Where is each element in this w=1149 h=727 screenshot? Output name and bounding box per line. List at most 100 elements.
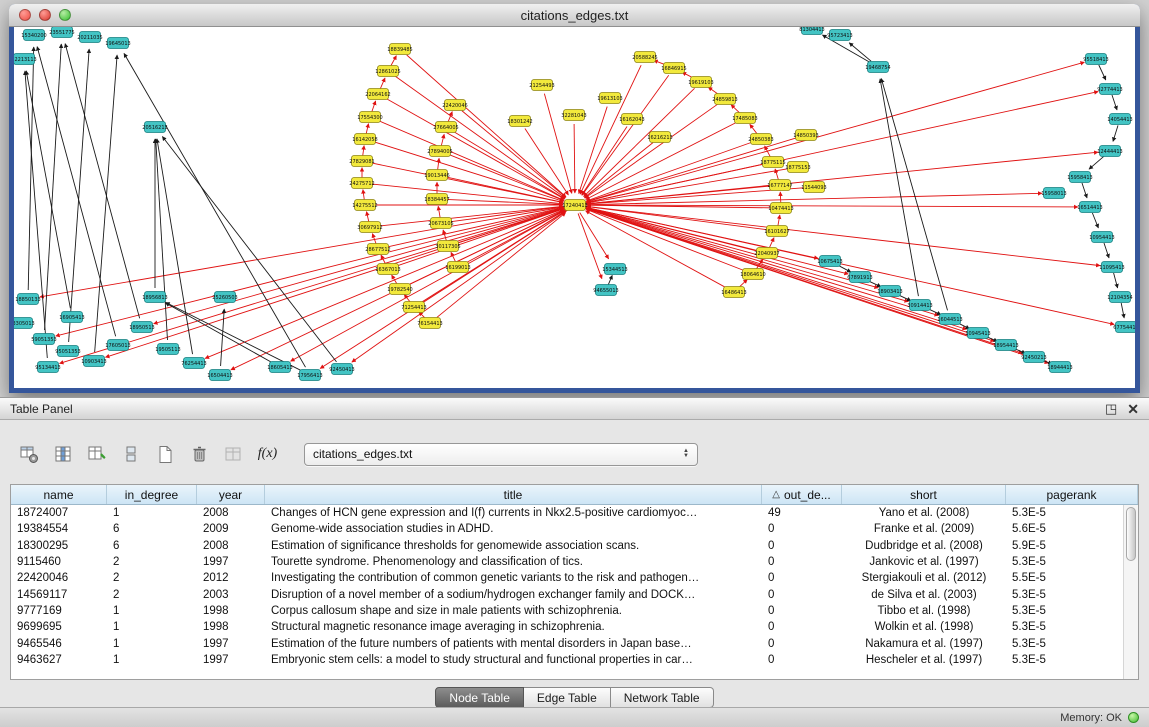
graph-node[interactable]: 18775153 [785, 162, 810, 173]
column-header-short[interactable]: short [842, 485, 1006, 504]
graph-node[interactable]: 14054413 [1107, 114, 1132, 125]
window-titlebar[interactable]: citations_edges.txt [9, 4, 1140, 27]
graph-node[interactable]: 11544093 [801, 182, 826, 193]
graph-node[interactable]: 16905413 [59, 312, 84, 323]
graph-edge-black[interactable] [65, 44, 140, 319]
graph-node[interactable]: 76254413 [181, 358, 206, 369]
graph-node[interactable]: 20588245 [632, 52, 657, 63]
graph-node[interactable]: 92774413 [1097, 84, 1122, 95]
graph-edge-red[interactable] [778, 215, 780, 227]
graph-edge-red[interactable] [59, 208, 566, 364]
scrollbar-thumb[interactable] [1126, 507, 1136, 561]
column-header-title[interactable]: title [265, 485, 762, 504]
graph-node[interactable]: 27829081 [349, 156, 374, 167]
graph-edge-red[interactable] [580, 213, 609, 259]
graph-edge-red[interactable] [584, 207, 1114, 324]
graph-edge-red[interactable] [105, 208, 566, 358]
graph-node[interactable]: 28677512 [365, 244, 390, 255]
graph-edge-black[interactable] [1099, 65, 1106, 80]
graph-node[interactable]: 15344513 [602, 264, 627, 275]
graph-node[interactable]: 95051353 [55, 346, 80, 357]
tab-network-table[interactable]: Network Table [611, 687, 714, 708]
graph-node[interactable]: 18605413 [267, 362, 292, 373]
graph-node[interactable]: 12861025 [375, 66, 400, 77]
graph-edge-red[interactable] [380, 78, 385, 90]
graph-node[interactable]: 16514413 [1077, 202, 1102, 213]
graph-node[interactable]: 10675413 [817, 256, 842, 267]
close-window-icon[interactable] [19, 9, 31, 21]
graph-node[interactable]: 25260503 [212, 292, 237, 303]
graph-edge-red[interactable] [390, 56, 396, 67]
graph-edge-red[interactable] [584, 208, 909, 302]
graph-node[interactable]: 18903413 [877, 286, 902, 297]
zoom-window-icon[interactable] [59, 9, 71, 21]
table-selector-dropdown[interactable]: citations_edges.txt ▲ ▼ [304, 443, 698, 466]
tab-edge-table[interactable]: Edge Table [524, 687, 611, 708]
graph-node[interactable]: 95134413 [35, 362, 60, 373]
graph-edge-red[interactable] [395, 76, 565, 198]
show-columns-button[interactable] [50, 441, 77, 467]
graph-node[interactable]: 14850393 [793, 130, 818, 141]
graph-node[interactable]: 16101627 [764, 226, 789, 237]
graph-node[interactable]: 19619103 [688, 77, 713, 88]
function-builder-button[interactable]: f(x) [254, 441, 281, 467]
graph-node[interactable]: 67891913 [847, 272, 872, 283]
graph-node[interactable]: 11095413 [1099, 262, 1124, 273]
graph-node[interactable]: 16044513 [937, 314, 962, 325]
graph-edge-black[interactable] [1112, 95, 1117, 110]
graph-node[interactable]: 23551775 [49, 27, 74, 38]
graph-edge-red[interactable] [363, 146, 365, 157]
graph-node[interactable]: 32281043 [561, 110, 586, 121]
graph-node[interactable]: 10945413 [965, 328, 990, 339]
graph-node[interactable]: 19505113 [155, 344, 180, 355]
graph-node[interactable]: 18384457 [424, 194, 449, 205]
graph-node[interactable]: 16199013 [445, 262, 470, 273]
graph-node[interactable]: 76154413 [417, 318, 442, 329]
graph-edge-black[interactable] [1082, 183, 1087, 198]
graph-node[interactable]: 16777147 [767, 180, 792, 191]
graph-node[interactable]: 10474413 [768, 203, 793, 214]
column-header-year[interactable]: year [197, 485, 265, 504]
graph-node[interactable]: 18839485 [387, 44, 412, 55]
graph-node[interactable]: 27664005 [433, 122, 458, 133]
graph-node[interactable]: 22213113 [14, 54, 37, 65]
graph-edge-red[interactable] [580, 65, 641, 194]
graph-node[interactable]: 92450213 [1021, 352, 1046, 363]
column-header-in-degree[interactable]: in_degree [107, 485, 197, 504]
graph-edge-black[interactable] [1089, 156, 1104, 169]
graph-edge-red[interactable] [586, 209, 744, 270]
graph-node[interactable]: 10954413 [1089, 232, 1114, 243]
minimize-window-icon[interactable] [39, 9, 51, 21]
graph-edge-red[interactable] [454, 132, 565, 199]
graph-node[interactable]: 16367013 [375, 264, 400, 275]
table-row[interactable]: 911546021997Tourette syndrome. Phenomeno… [11, 554, 1138, 570]
vertical-scrollbar[interactable] [1123, 505, 1138, 679]
graph-edge-red[interactable] [438, 158, 440, 170]
table-row[interactable]: 977716911998Corpus callosum shape and si… [11, 603, 1138, 619]
float-panel-icon[interactable]: ◳ [1105, 403, 1117, 415]
graph-node[interactable]: 19782540 [387, 284, 412, 295]
graph-node[interactable]: 59051353 [31, 334, 56, 345]
graph-edge-red[interactable] [378, 121, 564, 201]
graph-node[interactable]: 95518413 [1083, 54, 1108, 65]
import-table-button[interactable] [220, 441, 247, 467]
graph-node[interactable]: 94655013 [593, 285, 618, 296]
graph-edge-black[interactable] [1114, 273, 1118, 288]
graph-edge-red[interactable] [205, 208, 567, 358]
graph-node[interactable]: 19013446 [424, 170, 449, 181]
graph-node[interactable]: 19468754 [865, 62, 890, 73]
graph-edge-black[interactable] [25, 71, 47, 358]
graph-edge-red[interactable] [291, 209, 568, 361]
graph-node[interactable]: 19645013 [105, 38, 130, 49]
graph-edge-red[interactable] [371, 184, 563, 204]
graph-node[interactable]: 22064162 [365, 89, 390, 100]
graph-edge-red[interactable] [387, 208, 564, 247]
column-header-out-degree[interactable]: △ out_de... [762, 485, 842, 504]
graph-edge-red[interactable] [584, 207, 879, 287]
graph-edge-black[interactable] [221, 309, 225, 366]
graph-edge-red[interactable] [367, 212, 370, 223]
graph-node[interactable]: 20673105 [428, 218, 453, 229]
graph-node[interactable]: 16486413 [721, 287, 746, 298]
graph-node[interactable]: 18956813 [142, 292, 167, 303]
table-row[interactable]: 946554611997Estimation of the future num… [11, 635, 1138, 651]
